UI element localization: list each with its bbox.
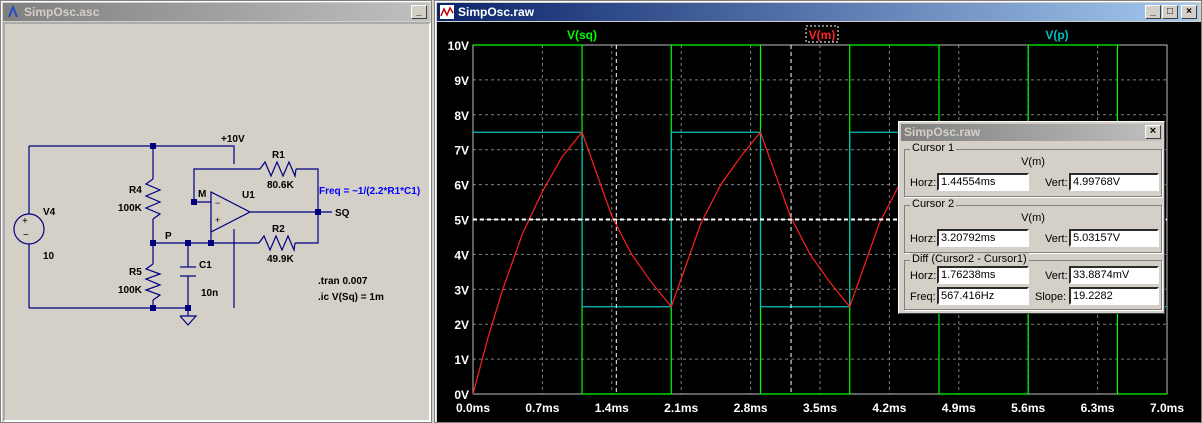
y-tick-label: 6V <box>454 179 469 193</box>
freq-comment: Freq = ~1/(2.2*R1*C1) <box>319 186 420 197</box>
schematic-window[interactable]: SimpOsc.asc _ + − − + +10V R1 80.6K R2 4… <box>0 0 432 423</box>
cursor1-vert-field[interactable]: 4.99768V <box>1069 173 1159 191</box>
trace-legend-label[interactable]: V(sq) <box>567 28 597 42</box>
r1-resistor <box>259 160 297 179</box>
diff-slope-field[interactable]: 19.2282 <box>1069 287 1159 305</box>
x-tick-label: 1.4ms <box>595 401 629 415</box>
r5-resistor <box>144 263 162 301</box>
close-button[interactable]: × <box>1181 5 1197 19</box>
cursor2-horz-label: Horz: <box>910 233 937 245</box>
node-p-label: P <box>165 231 172 242</box>
x-tick-label: 5.6ms <box>1011 401 1045 415</box>
node-sq-label: SQ <box>335 208 350 219</box>
y-tick-label: 2V <box>454 318 469 332</box>
cursor1-horz-field[interactable]: 1.44554ms <box>937 173 1029 191</box>
y-tick-label: 3V <box>454 283 469 297</box>
cursor1-label: Cursor 1 <box>910 142 957 154</box>
trace-legend-label[interactable]: V(p) <box>1045 28 1068 42</box>
x-tick-label: 2.1ms <box>664 401 698 415</box>
x-tick-label: 0.7ms <box>525 401 559 415</box>
c1-label: C1 <box>199 260 212 271</box>
cursor2-vert-label: Vert: <box>1045 233 1068 245</box>
diff-freq-field[interactable]: 567.416Hz <box>937 287 1029 305</box>
x-tick-label: 2.8ms <box>734 401 768 415</box>
supply-label: +10V <box>221 134 245 145</box>
r1-value: 80.6K <box>267 180 294 191</box>
cursor2-vert-field[interactable]: 5.03157V <box>1069 229 1159 247</box>
diff-slope-label: Slope: <box>1035 291 1067 303</box>
diff-horz-label: Horz: <box>910 270 937 282</box>
diff-freq-label: Freq: <box>910 291 936 303</box>
ic-directive: .ic V(Sq) = 1m <box>318 292 384 303</box>
cursor2-label: Cursor 2 <box>910 198 957 210</box>
r4-resistor <box>144 178 162 220</box>
tran-directive: .tran 0.007 <box>318 276 368 287</box>
x-tick-label: 4.2ms <box>872 401 906 415</box>
v4-value: 10 <box>43 251 55 262</box>
v4-label: V4 <box>43 207 56 218</box>
y-tick-label: 4V <box>454 248 469 262</box>
waveform-titlebar[interactable]: SimpOsc.raw _ □ × <box>437 3 1199 21</box>
r2-label: R2 <box>272 224 285 235</box>
minimize-button[interactable]: _ <box>411 5 427 19</box>
minimize-button[interactable]: _ <box>1145 5 1161 19</box>
waveform-icon <box>440 5 454 19</box>
cursor-dialog-title[interactable]: SimpOsc.raw <box>901 124 1162 141</box>
x-tick-label: 7.0ms <box>1150 401 1184 415</box>
waveform-title: SimpOsc.raw <box>458 5 535 19</box>
diff-label: Diff (Cursor2 - Cursor1) <box>910 253 1029 265</box>
c1-value: 10n <box>201 288 218 299</box>
cursor1-vert-label: Vert: <box>1045 177 1068 189</box>
cursor1-group: Cursor 1 V(m) Horz: 1.44554ms Vert: 4.99… <box>904 142 1162 197</box>
y-tick-label: 0V <box>454 388 469 402</box>
diff-vert-field[interactable]: 33.8874mV <box>1069 266 1159 284</box>
svg-text:−: − <box>215 198 220 208</box>
cursor1-trace: V(m) <box>1021 156 1045 168</box>
diff-group: Diff (Cursor2 - Cursor1) Horz: 1.76238ms… <box>904 253 1162 310</box>
cursor-dialog[interactable]: SimpOsc.raw × Cursor 1 V(m) Horz: 1.4455… <box>898 121 1165 314</box>
ltspice-icon <box>8 5 18 18</box>
u1-label: U1 <box>242 190 255 201</box>
trace-legend-label[interactable]: V(m) <box>809 28 836 42</box>
cursor2-group: Cursor 2 V(m) Horz: 3.20792ms Vert: 5.03… <box>904 198 1162 253</box>
svg-text:+: + <box>215 215 220 225</box>
r2-resistor <box>258 234 296 253</box>
r5-label: R5 <box>129 267 142 278</box>
r4-label: R4 <box>129 185 142 196</box>
cursor2-horz-field[interactable]: 3.20792ms <box>937 229 1029 247</box>
x-tick-label: 3.5ms <box>803 401 837 415</box>
trace-vm <box>472 131 900 395</box>
cursor2-trace: V(m) <box>1021 212 1045 224</box>
y-tick-label: 8V <box>454 109 469 123</box>
close-icon[interactable]: × <box>1145 125 1161 139</box>
schematic-title: SimpOsc.asc <box>24 5 100 19</box>
node-m-label: M <box>198 189 206 200</box>
schematic-canvas[interactable]: + − − + +10V R1 80.6K R2 49.9K R4 100K R5 … <box>3 22 431 422</box>
y-tick-label: 5V <box>454 214 469 228</box>
x-tick-label: 6.3ms <box>1081 401 1115 415</box>
svg-text:−: − <box>23 230 29 241</box>
x-tick-label: 4.9ms <box>942 401 976 415</box>
r1-label: R1 <box>272 150 285 161</box>
r2-value: 49.9K <box>267 254 294 265</box>
r5-value: 100K <box>118 285 143 296</box>
y-tick-label: 1V <box>454 353 469 367</box>
schematic-titlebar[interactable]: SimpOsc.asc _ <box>3 3 429 21</box>
cursor1-horz-label: Horz: <box>910 177 937 189</box>
schematic-drawing: +− −+ +10V R1 80.6K R2 49.9K R4 100K R5 … <box>13 134 420 326</box>
maximize-button[interactable]: □ <box>1162 5 1178 19</box>
svg-text:+: + <box>22 216 28 227</box>
r4-value: 100K <box>118 203 143 214</box>
y-tick-label: 7V <box>454 144 469 158</box>
diff-vert-label: Vert: <box>1045 270 1068 282</box>
x-tick-label: 0.0ms <box>456 401 490 415</box>
diff-horz-field[interactable]: 1.76238ms <box>937 266 1029 284</box>
y-tick-label: 9V <box>454 74 469 88</box>
y-tick-label: 10V <box>448 39 469 53</box>
